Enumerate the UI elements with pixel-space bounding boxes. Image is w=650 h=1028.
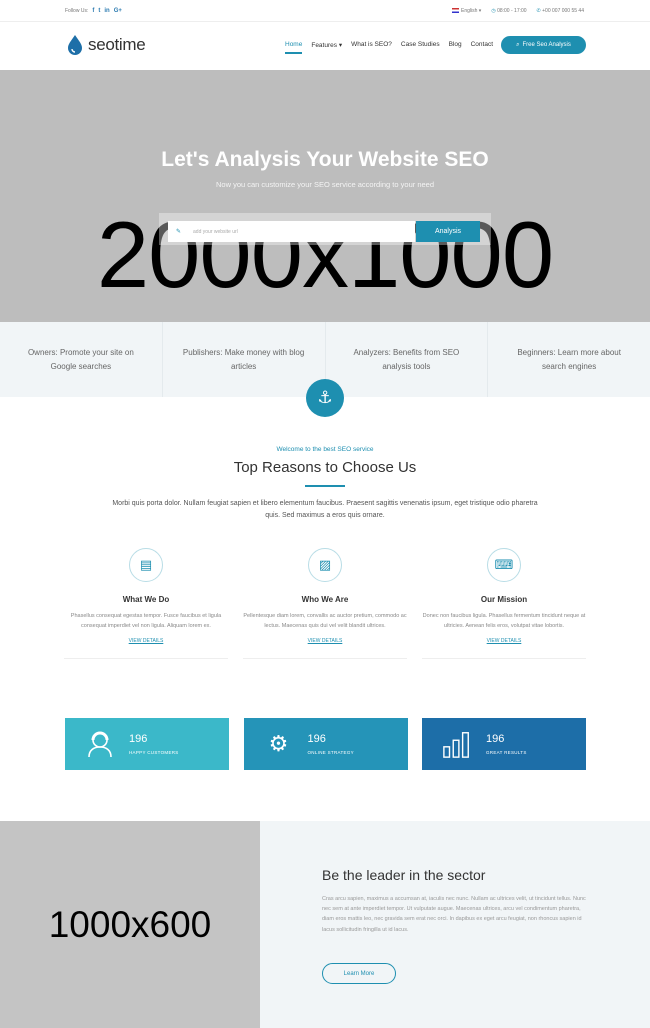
follow-us: Follow Us: f t in G+ — [65, 8, 122, 14]
stat-number: 196 — [129, 733, 148, 745]
view-details-link[interactable]: VIEW DETAILS — [243, 638, 407, 644]
hero-title: Let's Analysis Your Website SEO — [161, 148, 489, 171]
stat-label: GREAT RESULTS — [486, 750, 527, 755]
column-who-we-are: ▨ Who We Are Pellentesque diam lorem, co… — [243, 548, 407, 659]
logo-text: seotime — [88, 35, 146, 54]
stat-label: HAPPY CUSTOMERS — [129, 750, 179, 755]
stat-number: 196 — [486, 733, 505, 745]
hero-section: 2000x1000 Let's Analysis Your Website SE… — [0, 70, 650, 322]
column-heading: Who We Are — [301, 595, 349, 604]
seo-search-form: ✎ add your website url Analysis — [159, 213, 491, 245]
column-text: Phasellus consequat egestas tempor. Fusc… — [70, 613, 222, 629]
chevron-down-icon: ▾ — [338, 42, 343, 49]
nav-features[interactable]: Features ▾ — [311, 41, 342, 53]
bar-chart-icon — [442, 729, 472, 759]
main-nav: Home Features ▾ What is SEO? Case Studie… — [285, 41, 493, 54]
column-heading: What We Do — [122, 595, 170, 604]
stat-label: ONLINE STRATEGY — [307, 750, 354, 755]
leader-heading: Be the leader in the sector — [322, 867, 486, 883]
nav-case-studies[interactable]: Case Studies — [401, 41, 440, 53]
reasons-columns: ▤ What We Do Phasellus consequat egestas… — [64, 548, 586, 659]
facebook-icon[interactable]: f — [92, 8, 94, 14]
stats-row: 196 HAPPY CUSTOMERS ⚙ 196 ONLINE STRATEG… — [65, 718, 586, 770]
hours-text: 08:00 - 17:00 — [497, 8, 527, 14]
nav-home[interactable]: Home — [285, 41, 303, 54]
column-heading: Our Mission — [480, 595, 528, 604]
free-seo-analysis-button[interactable]: ⌕ Free Seo Analysis — [501, 36, 586, 54]
feature-beginners: Beginners: Learn more about search engin… — [517, 347, 621, 371]
website-url-input[interactable]: ✎ add your website url — [168, 221, 415, 242]
twitter-icon[interactable]: t — [98, 8, 100, 14]
website-url-placeholder: add your website url — [193, 228, 238, 235]
flag-icon — [452, 8, 459, 14]
nav-blog[interactable]: Blog — [449, 41, 462, 53]
view-details-link[interactable]: VIEW DETAILS — [64, 638, 228, 644]
gears-flask-icon: ⚙ — [268, 731, 289, 756]
hero-subtitle: Now you can customize your SEO service a… — [215, 180, 435, 189]
stat-online-strategy: ⚙ 196 ONLINE STRATEGY — [243, 718, 408, 770]
column-our-mission: ⌨ Our Mission Donec non faucibus ligula.… — [422, 548, 586, 659]
analysis-button[interactable]: Analysis — [416, 221, 480, 242]
language-selector[interactable]: English ▾ — [452, 8, 481, 14]
column-text: Pellentesque diam lorem, convallis ac au… — [243, 613, 407, 629]
chart-document-icon: ▨ — [308, 548, 342, 582]
reasons-title: Top Reasons to Choose Us — [233, 459, 417, 476]
phone-icon: ✆ — [536, 8, 541, 14]
feature-analyzers: Analyzers: Benefits from SEO analysis to… — [326, 322, 489, 397]
leader-body: Cras arcu sapien, maximus a accumsan at,… — [322, 896, 586, 933]
learn-more-button[interactable]: Learn More — [322, 963, 396, 984]
linkedin-icon[interactable]: in — [104, 8, 109, 14]
column-text: Donec non faucibus ligula. Phasellus fer… — [422, 613, 586, 629]
stat-number: 196 — [307, 733, 326, 745]
presentation-icon: ▤ — [129, 548, 163, 582]
nav-what-is-seo[interactable]: What is SEO? — [351, 41, 392, 53]
stat-great-results: 196 GREAT RESULTS — [422, 718, 586, 770]
phone[interactable]: ✆ +00 007 000 55 44 — [537, 8, 584, 14]
link-icon: ✎ — [176, 229, 182, 235]
top-bar: Follow Us: f t in G+ English ▾ ◷ 08:00 -… — [0, 0, 650, 22]
leader-image-placeholder: 1000x600 — [0, 821, 260, 1028]
reasons-kicker: Welcome to the best SEO service — [276, 446, 374, 453]
feature-publishers: Publishers: Make money with blog article… — [163, 322, 326, 397]
follow-label: Follow Us: — [65, 8, 89, 14]
feature-owners: Owners: Promote your site on Google sear… — [0, 322, 163, 397]
google-plus-icon[interactable]: G+ — [114, 8, 122, 14]
clock-icon: ◷ — [491, 8, 496, 14]
phone-text: +00 007 000 55 44 — [542, 8, 584, 14]
view-details-link[interactable]: VIEW DETAILS — [422, 638, 586, 644]
nav-contact[interactable]: Contact — [471, 41, 493, 53]
language-label: English — [461, 8, 478, 14]
anchor-icon: ⚓ — [306, 379, 344, 417]
hours: ◷ 08:00 - 17:00 — [491, 8, 526, 14]
logo[interactable]: seotime — [66, 34, 146, 56]
stat-happy-customers: 196 HAPPY CUSTOMERS — [65, 718, 229, 770]
leader-section: Be the leader in the sector Cras arcu sa… — [260, 821, 650, 1028]
nav-features-label: Features — [311, 42, 337, 49]
cta-label: Free Seo Analysis — [522, 42, 571, 48]
search-icon: ⌕ — [516, 41, 520, 48]
drop-logo-icon — [68, 35, 82, 55]
site-header: seotime Home Features ▾ What is SEO? Cas… — [0, 22, 650, 70]
code-window-icon: ⌨ — [487, 548, 521, 582]
reasons-body: Morbi quis porta dolor. Nullam feugiat s… — [112, 500, 538, 520]
customer-icon — [85, 729, 115, 759]
column-what-we-do: ▤ What We Do Phasellus consequat egestas… — [64, 548, 228, 659]
title-divider — [305, 485, 345, 487]
